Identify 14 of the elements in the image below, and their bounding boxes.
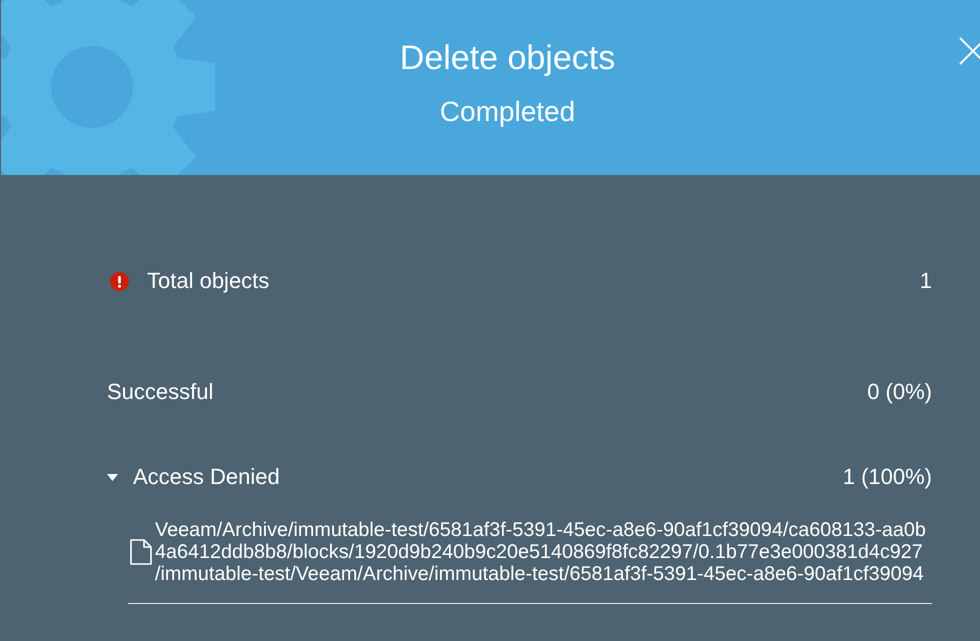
file-icon [130, 539, 152, 565]
caret-down-icon[interactable] [107, 474, 118, 480]
close-icon [959, 37, 980, 65]
gear-icon [1, 0, 217, 175]
result-label: Successful [107, 378, 214, 406]
result-label: Access Denied [133, 463, 280, 491]
summary-label: Total objects [147, 267, 270, 295]
result-value: 1 (100%) [842, 463, 932, 491]
file-path: Veeam/Archive/immutable-test/6581af3f-5391-45ec-a8e6-90af1cf39094/ca608133-aa0b 4a6412ddb8b8/blocks/1920d9b240b9c20e5140869f8fc82297/0.1b77e3e000381d4c927 /immutable-test/Veeam/Archive/immutable-test/6581af3f-5391-45ec-a8e6-90af1cf39094 [155, 519, 926, 585]
close-button[interactable] [959, 37, 980, 65]
dialog-title: Delete objects [400, 38, 616, 78]
result-value: 0 (0%) [867, 378, 932, 406]
dialog-status: Completed [440, 95, 576, 129]
summary-value: 1 [920, 267, 932, 295]
